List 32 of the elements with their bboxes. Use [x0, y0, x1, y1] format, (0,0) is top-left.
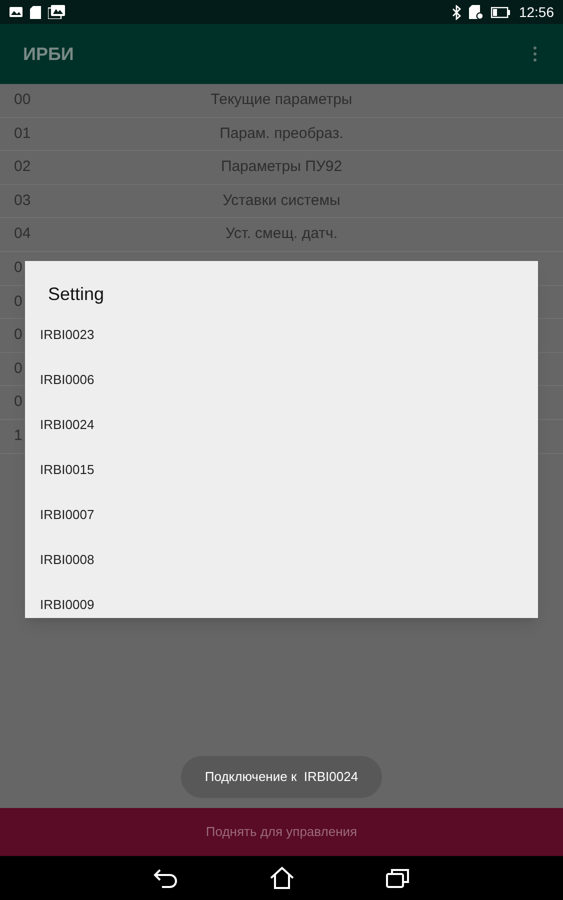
- row-number: 0: [14, 325, 22, 346]
- dialog-title: Setting: [48, 283, 104, 306]
- device-list-item[interactable]: IRBI0007: [40, 504, 94, 524]
- device-list-item[interactable]: IRBI0024: [40, 414, 94, 434]
- row-number: 0: [14, 292, 22, 312]
- back-icon[interactable]: [152, 867, 178, 889]
- sim-card-icon: [468, 4, 484, 20]
- overflow-menu-icon[interactable]: [533, 46, 537, 62]
- bluetooth-icon: [452, 4, 462, 20]
- device-list-item[interactable]: IRBI0008: [40, 550, 94, 570]
- image-icon: [9, 6, 23, 18]
- row-number: 01: [14, 124, 31, 144]
- sd-card-icon: [30, 6, 41, 18]
- app-title: ИРБИ: [23, 42, 74, 66]
- row-number: 04: [14, 224, 31, 244]
- recent-apps-icon[interactable]: [384, 867, 410, 889]
- row-number: 1: [14, 426, 22, 446]
- row-number: 0: [14, 258, 22, 278]
- row-number: 0: [14, 358, 22, 379]
- battery-icon: [490, 6, 510, 18]
- clock-time: 12:56: [518, 2, 554, 22]
- device-list-item[interactable]: IRBI0015: [40, 460, 94, 480]
- toast-message: Подключение к IRBI0024: [180, 756, 382, 798]
- row-number: 0: [14, 392, 22, 412]
- device-list-item[interactable]: IRBI0023: [40, 324, 94, 344]
- row-number: 03: [14, 190, 31, 211]
- device-list-item[interactable]: IRBI0009: [40, 594, 94, 614]
- row-number: 00: [14, 90, 31, 110]
- row-number: 02: [14, 157, 31, 178]
- gallery-icon: [48, 5, 65, 19]
- home-icon[interactable]: [268, 866, 294, 890]
- device-list-item[interactable]: IRBI0006: [40, 370, 94, 390]
